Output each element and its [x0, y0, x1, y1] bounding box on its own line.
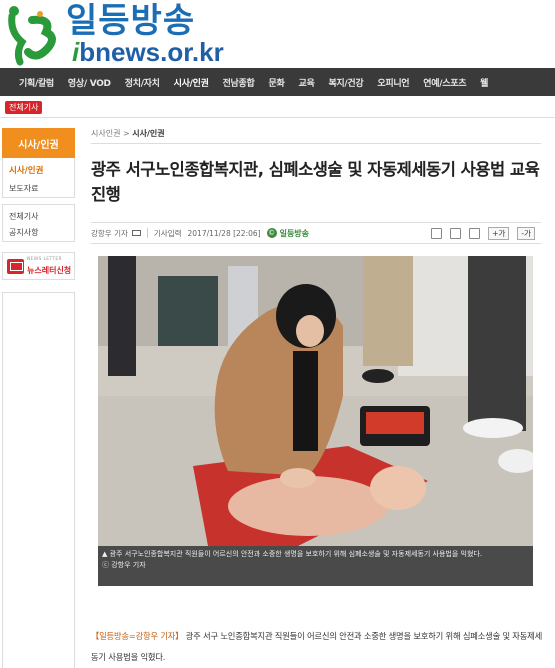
- article-body: 【일등방송=강항우 기자】 광주 서구 노인종합복지관 직원들이 어르신의 안전…: [91, 626, 547, 668]
- article-tools: +가 -가: [431, 227, 535, 240]
- save-icon[interactable]: [431, 228, 443, 239]
- sidebar-item-press[interactable]: 보도자료: [9, 183, 38, 194]
- divider: [0, 117, 555, 118]
- email-icon[interactable]: [131, 230, 141, 236]
- nav-item[interactable]: 문화: [262, 76, 292, 89]
- site-logo-icon[interactable]: [2, 2, 66, 66]
- email-share-icon[interactable]: [469, 228, 481, 239]
- nav-item[interactable]: 영상/ VOD: [61, 76, 118, 89]
- divider: [146, 228, 148, 238]
- nav-item[interactable]: 복지/건강: [321, 76, 370, 89]
- site-header: 일등방송 ibnews.or.kr: [0, 0, 555, 68]
- breadcrumb-parent[interactable]: 시사인권: [91, 129, 120, 138]
- breadcrumb-current[interactable]: 시사/인권: [132, 129, 164, 138]
- nav-item[interactable]: 오피니언: [370, 76, 416, 89]
- article-title: 광주 서구노인종합복지관, 심폐소생술 및 자동제세동기 사용법 교육 진행: [91, 160, 540, 204]
- copyright-icon: ©: [266, 228, 277, 238]
- nav-item[interactable]: 연예/스포츠: [416, 76, 473, 89]
- all-articles-button[interactable]: 전체기사: [5, 101, 43, 114]
- print-icon[interactable]: [450, 228, 462, 239]
- published-label: 기사입력: [153, 228, 182, 238]
- nav-item[interactable]: 기획/칼럼: [12, 76, 61, 89]
- site-url[interactable]: ibnews.or.kr: [72, 38, 224, 66]
- article-photo[interactable]: [98, 256, 533, 546]
- sidebar-item-current[interactable]: 시사/인권: [9, 164, 43, 176]
- reporter[interactable]: 강항우 기자: [91, 228, 141, 239]
- newsletter-caption: NEWS LETTER: [27, 257, 62, 262]
- font-increase-button[interactable]: +가: [488, 227, 510, 240]
- nav-item[interactable]: 교육: [291, 76, 321, 89]
- breadcrumb: 시사인권 > 시사/인권: [91, 128, 165, 139]
- sidebar-category-list: 시사/인권 보도자료: [2, 158, 75, 198]
- caption-text: ▲ 광주 서구노인종합복지관 직원들이 어르신의 안전과 소중한 생명을 보호하…: [102, 550, 483, 558]
- published-datetime: 2017/11/28 [22:06]: [187, 228, 261, 238]
- article-meta-bar: 강항우 기자 기사입력 2017/11/28 [22:06] © 일등방송 +가 …: [91, 222, 541, 244]
- font-decrease-button[interactable]: -가: [517, 227, 535, 240]
- nav-item[interactable]: 정치/자치: [118, 76, 167, 89]
- nav-item[interactable]: 전남종합: [216, 76, 262, 89]
- sidebar-link-all[interactable]: 전체기사: [9, 211, 38, 222]
- newsletter-signup-button[interactable]: NEWS LETTER 뉴스레터신청: [2, 252, 75, 280]
- main-nav: 기획/칼럼 영상/ VOD 정치/자치 시사/인권 전남종합 문화 교육 복지/건강 오피니언 연…: [0, 68, 555, 96]
- photo-credit: ⓒ 강항우 기자: [102, 561, 146, 569]
- nav-item[interactable]: 시사/인권: [167, 76, 216, 89]
- newsletter-icon: [7, 259, 24, 274]
- sidebar-heading[interactable]: 시사/인권: [2, 128, 75, 158]
- sidebar-panel: [2, 292, 75, 668]
- source: © 일등방송: [266, 228, 310, 238]
- newsletter-label: 뉴스레터신청: [27, 266, 72, 275]
- nav-item[interactable]: 웰: [473, 76, 495, 89]
- photo-caption: ▲ 광주 서구노인종합복지관 직원들이 어르신의 안전과 소중한 생명을 보호하…: [98, 546, 533, 586]
- breadcrumb-separator: >: [123, 129, 130, 138]
- article-lead: 【일등방송=강항우 기자】: [91, 631, 184, 641]
- sidebar-link-notice[interactable]: 공지사항: [9, 227, 38, 238]
- divider: [91, 143, 541, 144]
- site-name[interactable]: 일등방송: [66, 2, 195, 40]
- sidebar-link-list: 전체기사 공지사항: [2, 204, 75, 242]
